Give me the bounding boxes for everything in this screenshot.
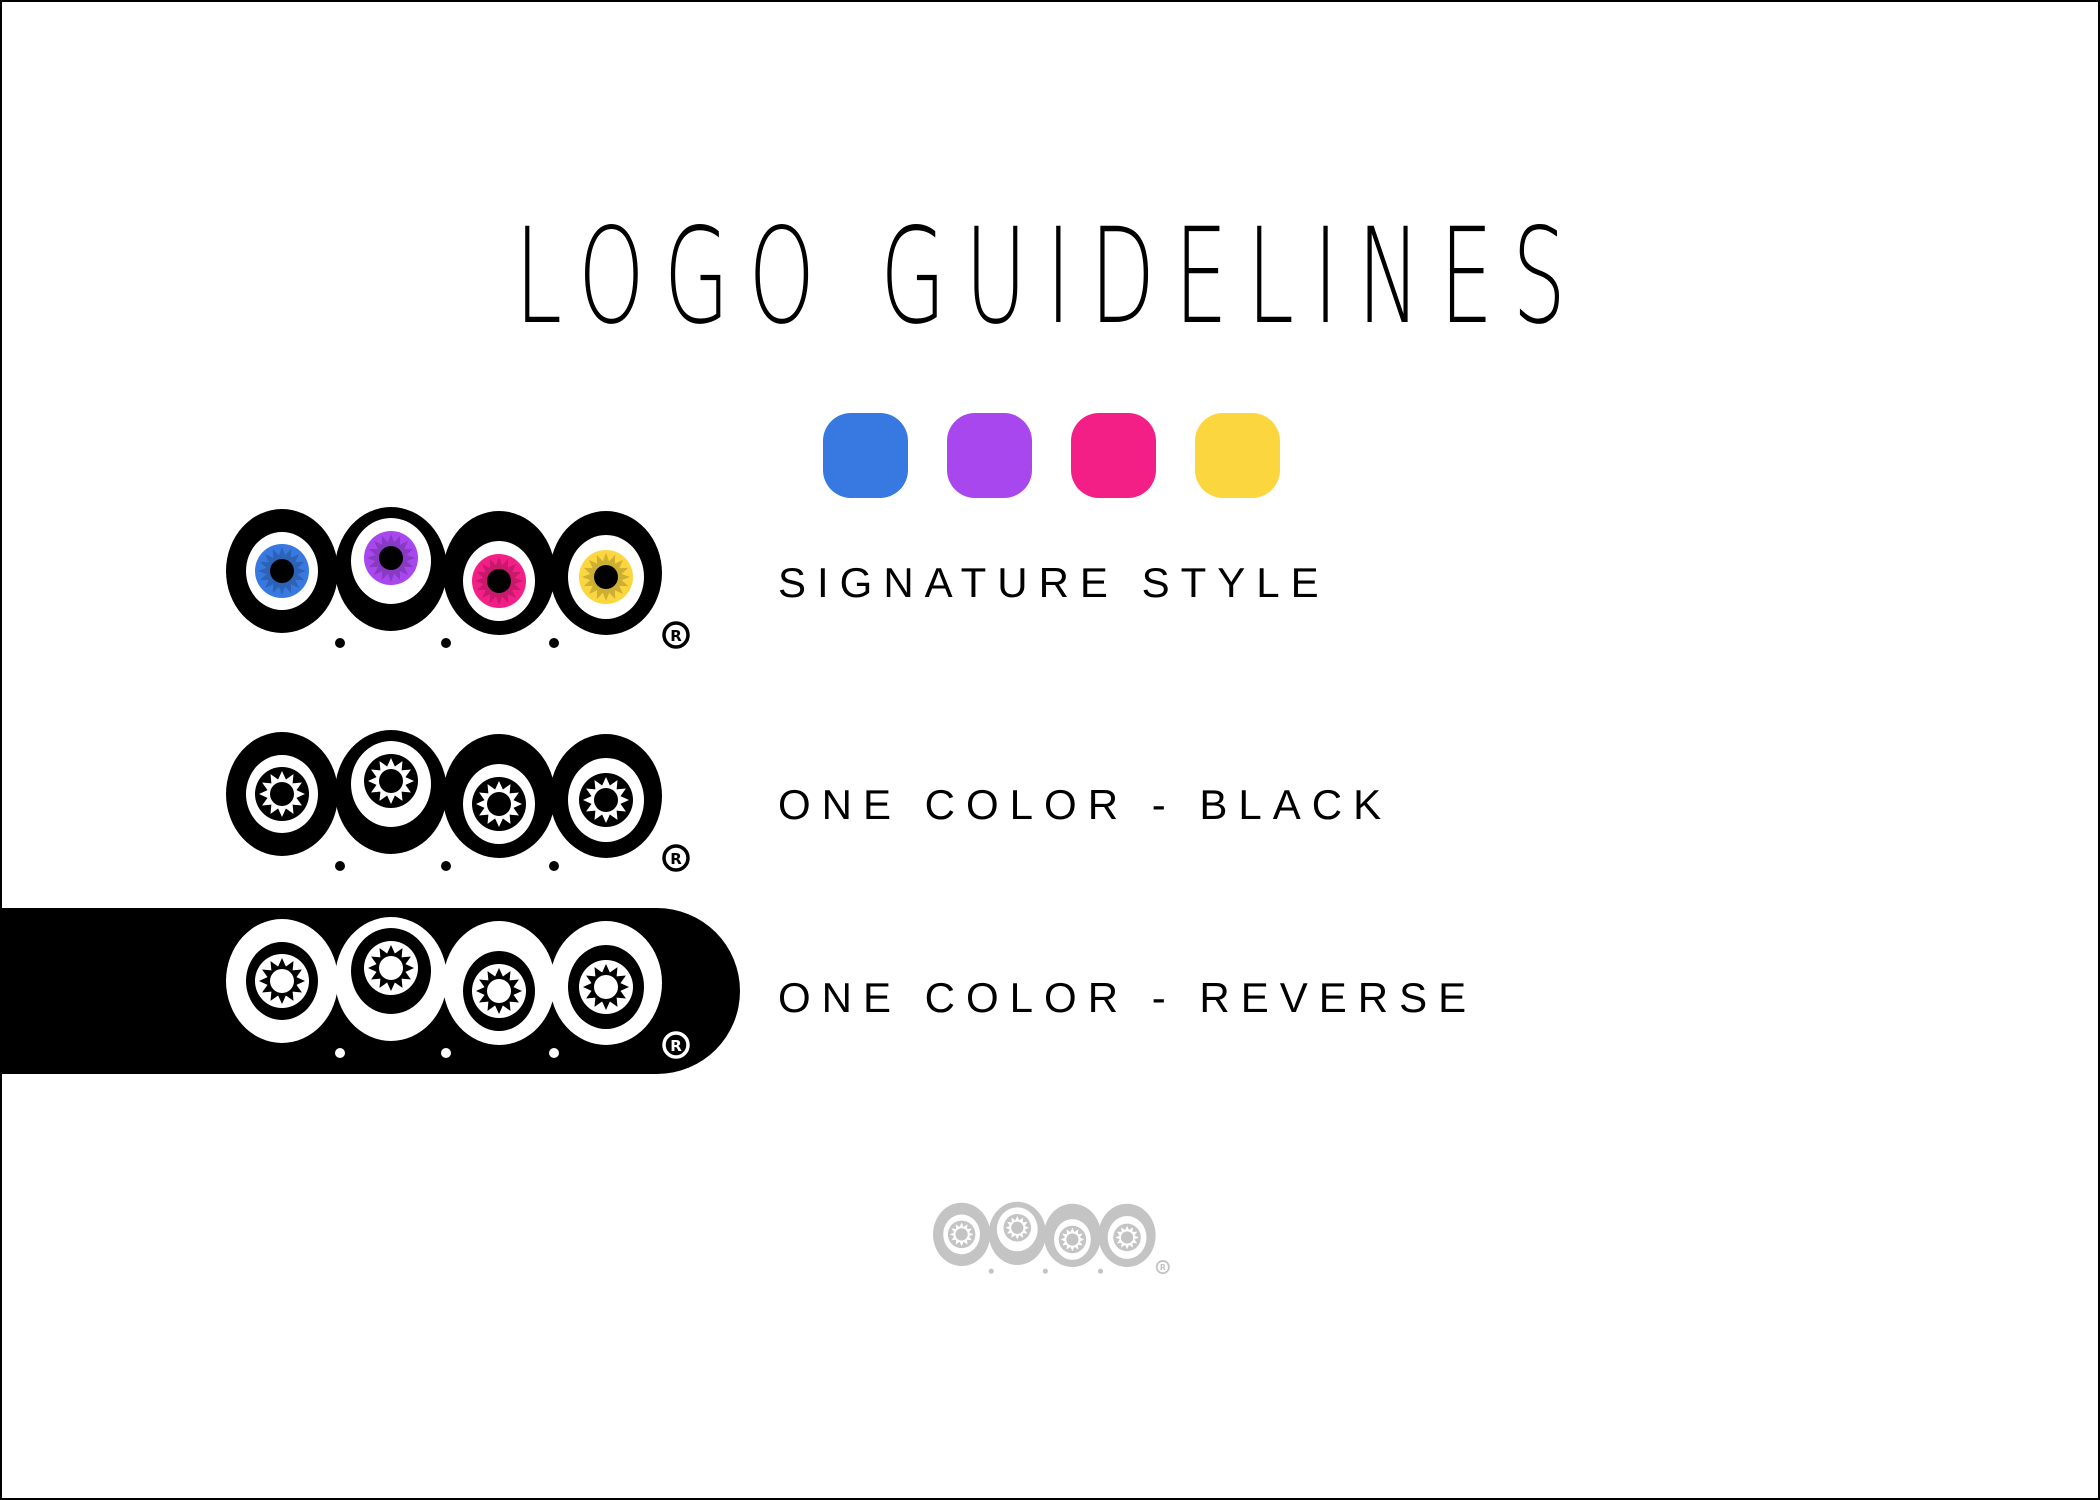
label-one-color-black: ONE COLOR - BLACK [778, 781, 1393, 828]
logo-dot-1 [988, 1268, 994, 1274]
logo-dot-3 [549, 1048, 559, 1058]
logo-dot-1 [335, 638, 345, 648]
logo-eye-1 [226, 919, 338, 1043]
logo-dot-1 [335, 861, 345, 871]
svg-text:R: R [670, 850, 682, 868]
svg-text:R: R [670, 627, 682, 645]
logo-dot-2 [441, 1048, 451, 1058]
logo-eye-2 [335, 730, 447, 854]
color-swatch-pink [1071, 413, 1156, 498]
logo-mark-gray: R [933, 1201, 1170, 1275]
svg-text:R: R [670, 1037, 682, 1055]
logo-eye-4 [1098, 1203, 1156, 1268]
logo-one-color-black: R [224, 730, 694, 880]
label-one-color-reverse: ONE COLOR - REVERSE [778, 974, 1478, 1021]
registered-mark-icon: R [1155, 1260, 1170, 1275]
logo-dot-3 [1097, 1268, 1104, 1274]
small-gray-logo: R [932, 1200, 1172, 1280]
logo-dot-3 [549, 638, 559, 648]
logo-eye-3 [443, 921, 555, 1045]
logo-eye-3 [443, 734, 555, 858]
page-title: LOGO GUIDELINES [514, 200, 1586, 354]
logo-eye-2 [335, 917, 447, 1041]
logo-eye-4 [550, 511, 662, 635]
registered-mark-icon: R [662, 621, 690, 649]
registered-mark-icon: R [662, 1031, 690, 1059]
logo-one-color-reverse: R [224, 917, 694, 1067]
logo-mark-color: R [226, 507, 690, 649]
logo-eye-4 [550, 921, 662, 1045]
logo-dot-2 [441, 861, 451, 871]
logo-eye-2 [335, 507, 447, 631]
logo-dot-1 [335, 1048, 345, 1058]
logo-signature-style: R [224, 507, 694, 657]
logo-eye-1 [226, 509, 338, 633]
logo-eye-4 [550, 734, 662, 858]
svg-text:R: R [1160, 1263, 1166, 1272]
logo-eye-1 [933, 1202, 991, 1267]
logo-dot-2 [1042, 1268, 1048, 1274]
logo-mark-reverse: R [226, 917, 690, 1059]
label-signature-style: SIGNATURE STYLE [778, 559, 1330, 606]
color-swatch-yellow [1195, 413, 1280, 498]
logo-eye-3 [443, 511, 555, 635]
logo-guidelines-page: LOGO GUIDELINES R SIGNATURE STYLE R ONE … [0, 0, 2100, 1500]
logo-dot-3 [549, 861, 559, 871]
color-swatch-blue [823, 413, 908, 498]
logo-eye-2 [988, 1201, 1046, 1266]
logo-mark-black: R [226, 730, 690, 872]
logo-eye-3 [1043, 1203, 1102, 1268]
registered-mark-icon: R [662, 844, 690, 872]
logo-dot-2 [441, 638, 451, 648]
color-swatch-purple [947, 413, 1032, 498]
logo-eye-1 [226, 732, 338, 856]
